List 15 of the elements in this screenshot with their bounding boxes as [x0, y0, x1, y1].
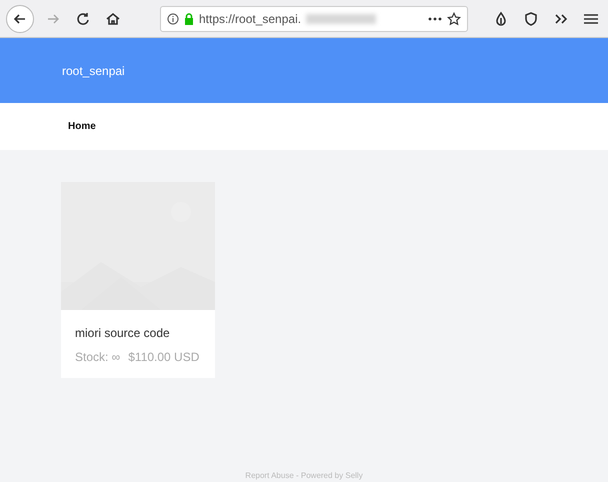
blurred-text: [306, 14, 376, 24]
product-card[interactable]: miori source code Stock: ∞ $110.00 USD: [61, 182, 215, 378]
lock-icon: [184, 12, 194, 24]
more-icon[interactable]: [428, 16, 442, 20]
price-text: $110.00 USD: [128, 350, 200, 364]
star-icon[interactable]: [447, 12, 461, 26]
site-title: root_senpai: [62, 64, 125, 78]
address-bar[interactable]: https://root_senpai.: [160, 6, 468, 32]
url-text: https://root_senpai.: [199, 12, 302, 26]
back-icon[interactable]: [6, 4, 34, 32]
info-icon: [167, 12, 179, 24]
product-name: miori source code: [75, 326, 171, 340]
footer-text: Report Abuse - Powered by Selly: [245, 471, 363, 480]
stock-text: Stock: ∞: [75, 350, 120, 364]
nav-link[interactable]: Home: [68, 121, 96, 132]
